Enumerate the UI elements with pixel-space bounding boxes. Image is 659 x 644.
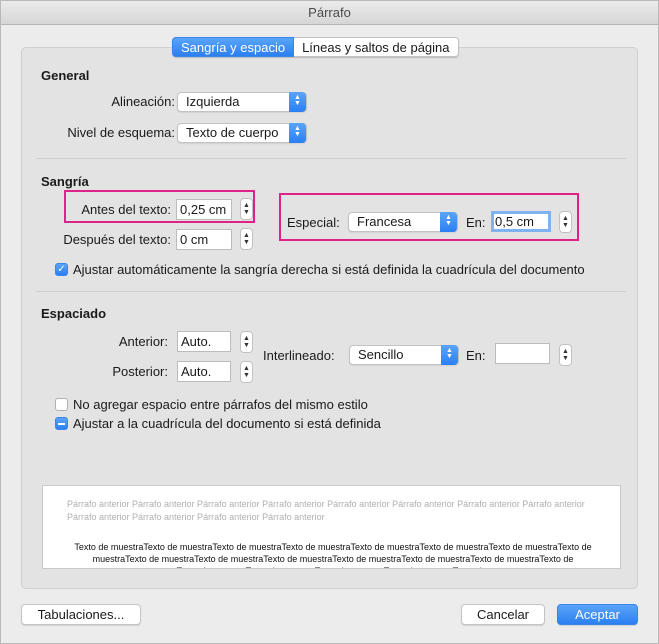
alignment-label: Alineación:: [111, 94, 175, 109]
line-spacing-label: Interlineado:: [263, 348, 335, 363]
tabs-button[interactable]: Tabulaciones...: [21, 604, 141, 625]
paragraph-dialog: Párrafo Sangría y espacio Líneas y salto…: [0, 0, 659, 644]
spacing-before-label: Anterior:: [118, 334, 168, 349]
special-label: Especial:: [287, 215, 340, 230]
auto-adjust-label: Ajustar automáticamente la sangría derec…: [73, 262, 585, 277]
indent-before-field[interactable]: 0,25 cm: [176, 199, 232, 220]
chevron-updown-icon: ▲ ▼: [441, 345, 458, 365]
preview-sample-text: Texto de muestraTexto de muestraTexto de…: [74, 542, 592, 568]
outline-level-select[interactable]: Texto de cuerpo ▲ ▼: [177, 123, 307, 143]
section-divider: [36, 291, 626, 292]
general-section-title: General: [41, 68, 90, 83]
indent-after-label: Después del texto:: [63, 232, 171, 247]
special-by-stepper[interactable]: ▲ ▼: [559, 211, 572, 233]
indent-before-stepper[interactable]: ▲ ▼: [240, 198, 253, 220]
spacing-after-stepper[interactable]: ▲ ▼: [240, 361, 253, 383]
snap-grid-label: Ajustar a la cuadrícula del documento si…: [73, 416, 381, 431]
special-value: Francesa: [357, 214, 412, 229]
tab-panel: General Alineación: Izquierda ▲ ▼ Nivel d…: [21, 47, 638, 589]
indent-after-field[interactable]: 0 cm: [176, 229, 232, 250]
alignment-select[interactable]: Izquierda ▲ ▼: [177, 92, 307, 112]
spacing-after-field[interactable]: Auto.: [177, 361, 231, 382]
window-title: Párrafo: [1, 1, 658, 25]
line-spacing-select[interactable]: Sencillo ▲ ▼: [349, 345, 459, 365]
no-space-label: No agregar espacio entre párrafos del mi…: [73, 397, 368, 412]
special-by-field[interactable]: 0,5 cm: [491, 211, 551, 232]
outline-level-label: Nivel de esquema:: [67, 125, 175, 140]
paragraph-preview: Párrafo anterior Párrafo anterior Párraf…: [42, 485, 621, 569]
line-spacing-value: Sencillo: [358, 347, 404, 362]
chevron-updown-icon: ▲ ▼: [440, 212, 457, 232]
line-spacing-at-label: En:: [466, 348, 486, 363]
indent-after-stepper[interactable]: ▲ ▼: [240, 228, 253, 250]
line-spacing-at-stepper[interactable]: ▲ ▼: [559, 344, 572, 366]
spacing-before-stepper[interactable]: ▲ ▼: [240, 331, 253, 353]
section-divider: [36, 158, 626, 159]
spacing-section-title: Espaciado: [41, 306, 107, 321]
alignment-value: Izquierda: [186, 94, 240, 109]
indent-section-title: Sangría: [41, 174, 89, 189]
spacing-after-label: Posterior:: [112, 364, 168, 379]
line-spacing-at-field[interactable]: [495, 343, 550, 364]
auto-adjust-checkbox[interactable]: ✓: [55, 263, 68, 276]
special-select[interactable]: Francesa ▲ ▼: [348, 212, 458, 232]
chevron-updown-icon: ▲ ▼: [289, 92, 306, 112]
tab-bar: Sangría y espacio Líneas y saltos de pág…: [172, 37, 459, 57]
cancel-button[interactable]: Cancelar: [461, 604, 545, 625]
tab-line-page-breaks[interactable]: Líneas y saltos de página: [294, 37, 459, 57]
spacing-before-field[interactable]: Auto.: [177, 331, 231, 352]
checkmark-icon: ✓: [57, 264, 66, 275]
tab-indent-spacing[interactable]: Sangría y espacio: [172, 37, 295, 57]
ok-button[interactable]: Aceptar: [557, 604, 638, 625]
special-by-label: En:: [466, 215, 486, 230]
snap-grid-checkbox[interactable]: [55, 417, 68, 430]
outline-level-value: Texto de cuerpo: [186, 125, 279, 140]
no-space-checkbox[interactable]: [55, 398, 68, 411]
indent-before-label: Antes del texto:: [81, 202, 171, 217]
chevron-updown-icon: ▲ ▼: [289, 123, 306, 143]
preview-prior-paragraph: Párrafo anterior Párrafo anterior Párraf…: [67, 499, 585, 522]
